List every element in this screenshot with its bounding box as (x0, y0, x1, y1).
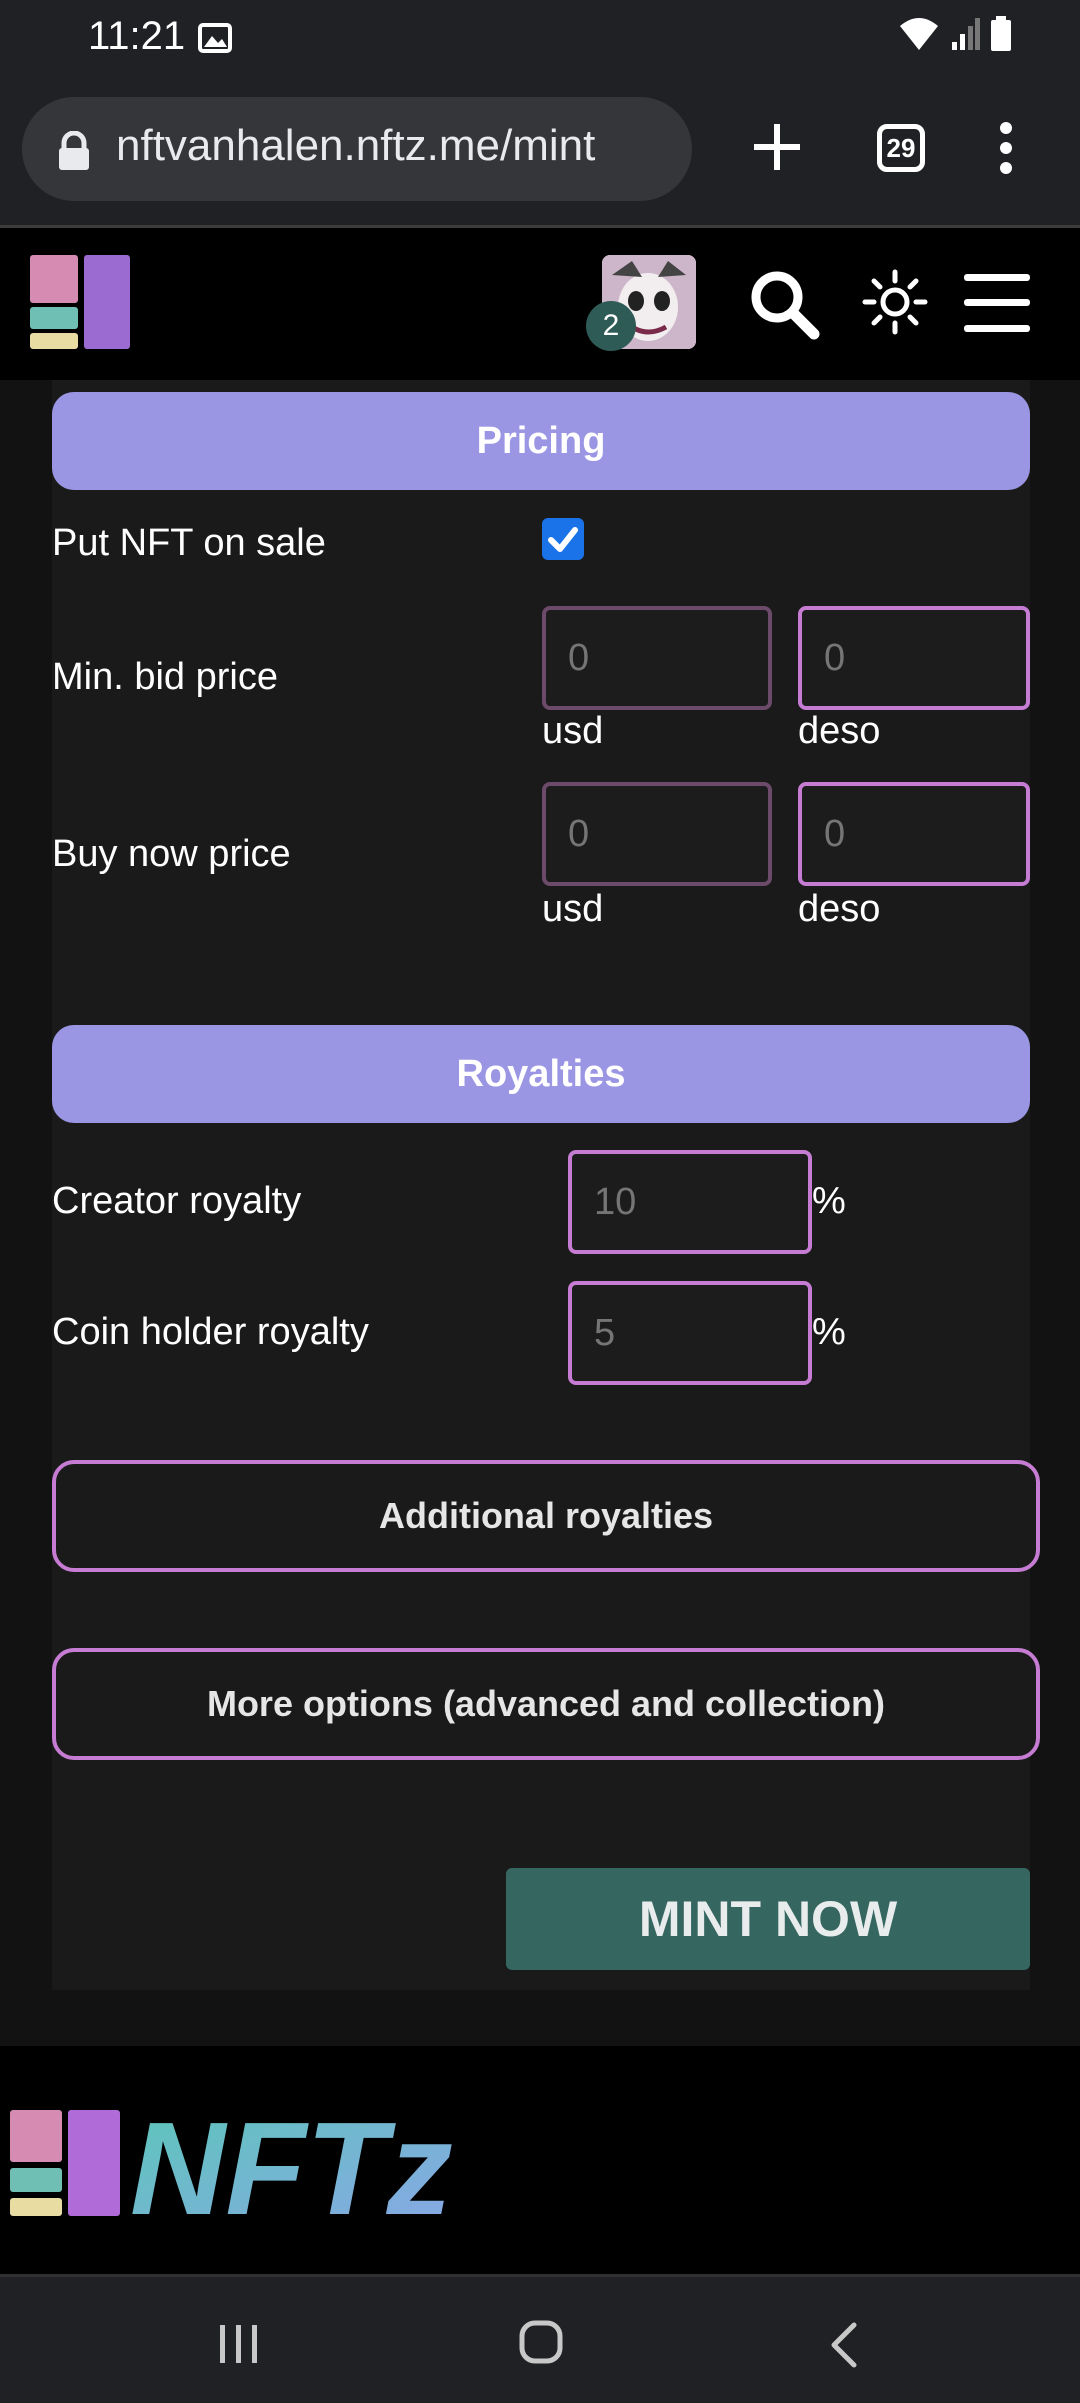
min-bid-usd-input[interactable] (542, 606, 772, 710)
site-footer: NFTz (0, 2046, 1080, 2274)
search-icon[interactable] (748, 268, 820, 340)
min-bid-usd-unit: usd (542, 710, 604, 752)
coin-holder-royalty-label: Coin holder royalty (52, 1311, 369, 1353)
creator-royalty-percent: % (812, 1180, 846, 1222)
pricing-header: Pricing (52, 392, 1030, 490)
more-icon[interactable] (996, 120, 1016, 176)
checkbox-checked-icon (548, 527, 578, 552)
creator-royalty-label: Creator royalty (52, 1180, 302, 1222)
signal-icon (952, 18, 980, 50)
gallery-icon (198, 23, 232, 53)
footer-brand: NFTz (130, 2110, 453, 2222)
mint-form: Pricing Put NFT on sale Min. bid price u… (52, 380, 1040, 1990)
coin-holder-royalty-input[interactable] (568, 1281, 812, 1385)
status-time: 11:21 (88, 14, 186, 58)
notification-badge: 2 (586, 301, 636, 351)
site-logo-icon[interactable] (30, 255, 130, 351)
site-header: 2 (0, 228, 1080, 380)
royalties-header: Royalties (52, 1025, 1030, 1123)
put-on-sale-checkbox[interactable] (542, 518, 584, 560)
url-text: nftvanhalen.nftz.me/mint (116, 121, 596, 170)
new-tab-icon[interactable] (748, 118, 806, 176)
min-bid-deso-unit: deso (798, 710, 881, 752)
buy-now-label: Buy now price (52, 833, 291, 875)
hamburger-menu-icon[interactable] (964, 272, 1030, 334)
more-options-button[interactable]: More options (advanced and collection) (52, 1648, 1040, 1760)
min-bid-label: Min. bid price (52, 656, 278, 698)
battery-icon (991, 16, 1011, 51)
theme-toggle-icon[interactable] (862, 269, 928, 335)
lock-icon (59, 131, 89, 170)
home-icon[interactable] (518, 2319, 564, 2365)
recents-icon[interactable] (214, 2321, 264, 2367)
browser-toolbar: nftvanhalen.nftz.me/mint 29 (0, 80, 1080, 228)
creator-royalty-input[interactable] (568, 1150, 812, 1254)
mint-now-button[interactable]: MINT NOW (506, 1868, 1030, 1970)
buy-now-deso-input[interactable] (798, 782, 1030, 886)
tab-count: 29 (886, 133, 916, 163)
wifi-icon (900, 18, 938, 50)
put-on-sale-label: Put NFT on sale (52, 522, 326, 564)
min-bid-deso-input[interactable] (798, 606, 1030, 710)
tab-switcher-icon[interactable]: 29 (877, 124, 925, 172)
coin-holder-royalty-percent: % (812, 1311, 846, 1353)
back-icon[interactable] (826, 2321, 860, 2369)
system-nav-bar (0, 2274, 1080, 2403)
additional-royalties-button[interactable]: Additional royalties (52, 1460, 1040, 1572)
address-bar[interactable]: nftvanhalen.nftz.me/mint (22, 97, 692, 201)
footer-logo[interactable]: NFTz (10, 2110, 570, 2222)
buy-now-usd-input[interactable] (542, 782, 772, 886)
status-bar: 11:21 (0, 0, 1080, 80)
buy-now-deso-unit: deso (798, 888, 881, 930)
buy-now-usd-unit: usd (542, 888, 604, 930)
